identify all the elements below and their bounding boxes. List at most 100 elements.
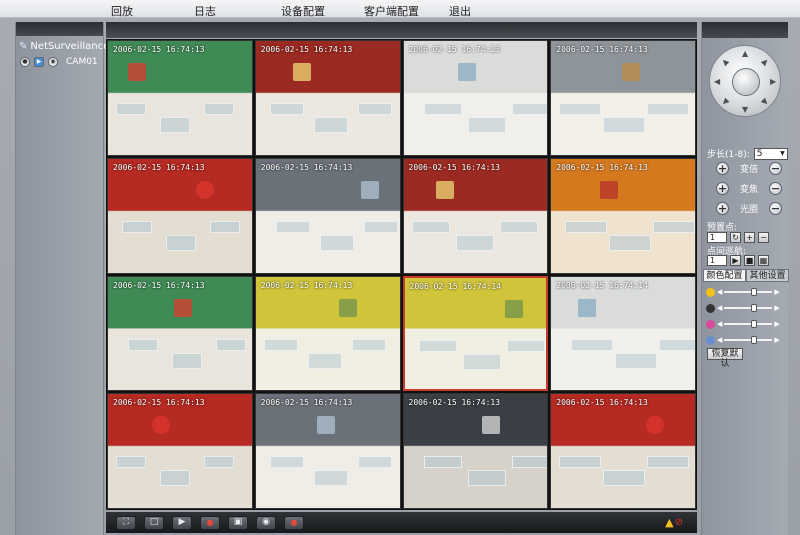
decrease-arrow-icon[interactable]: ◀ [717,288,722,296]
video-cell[interactable]: 2006-02-15 16:74:13 [550,393,696,509]
zoom-in-button[interactable]: + [716,162,729,175]
slider-thumb[interactable] [751,288,758,296]
video-timestamp: 2006-02-15 16:74:13 [260,398,353,408]
video-cell[interactable]: 2006-02-15 16:74:13 [550,40,696,156]
video-cell[interactable]: 2006-02-15 16:74:13 [254,393,401,509]
open-all-button[interactable]: ▶ [172,515,192,530]
video-cell[interactable]: 2006-02-15 16:74:13 [107,40,253,156]
snapshot-button[interactable]: ▣ [228,515,248,530]
close-all-button[interactable]: ● [200,515,220,530]
preset-add-button[interactable]: + [744,232,755,243]
volume-control[interactable]: ▲ ⊘ [665,516,683,529]
iris-open-button[interactable]: + [716,202,729,215]
video-cell[interactable]: 2006-02-15 16:74:13 [107,393,253,509]
play-icon[interactable]: ▶ [34,57,44,67]
focus-far-button[interactable]: − [769,182,782,195]
decrease-arrow-icon[interactable]: ◀ [717,320,722,328]
display-counter [172,352,202,369]
record-button[interactable]: ◉ [256,515,276,530]
step-select[interactable]: 5 ▼ [753,147,788,160]
cruise-stop-button[interactable]: ■ [744,255,755,266]
zoom-out-button[interactable]: − [769,162,782,175]
arrow-down-right-icon[interactable]: ▼ [759,96,770,107]
display-counter [571,338,614,351]
video-timestamp: 2006-02-15 16:74:13 [408,398,501,408]
slider-thumb[interactable] [751,304,758,312]
increase-arrow-icon[interactable]: ▶ [774,320,779,328]
decrease-arrow-icon[interactable]: ◀ [717,336,722,344]
arrow-down-icon[interactable]: ▼ [742,106,748,114]
video-cell[interactable]: 2006-02-15 16:74:13 [254,275,401,392]
tab-other-settings[interactable]: 其他设置 [746,269,789,282]
arrow-right-icon[interactable]: ▶ [770,78,776,86]
decoration-shape [600,180,619,199]
video-cell[interactable]: 2006-02-15 16:74:13 [254,157,401,274]
chevron-down-icon: ▼ [780,150,785,157]
display-counter [511,103,548,115]
tree-camera-item[interactable]: ● ▶ ◉ CAM01 [20,57,98,67]
stop-record-button[interactable]: ● [284,515,304,530]
contrast-slider[interactable] [724,304,773,312]
video-timestamp: 2006-02-15 16:74:13 [408,45,501,54]
tree-root-item[interactable]: ✎ NetSurveillance [19,41,109,52]
video-cell[interactable]: 2006-02-15 16:74:13 [402,157,549,274]
increase-arrow-icon[interactable]: ▶ [774,288,779,296]
video-timestamp: 2006-02-15 16:74:14 [409,281,502,291]
arrow-up-right-icon[interactable]: ▲ [760,56,771,67]
video-cell[interactable]: 2006-02-15 16:74:13 [107,157,253,274]
single-view-button[interactable]: □ [144,515,164,530]
cruise-start-button[interactable]: ▶ [730,255,741,266]
brightness-slider[interactable] [724,288,773,296]
preset-delete-button[interactable]: − [758,232,769,243]
ptz-direction-pad[interactable]: ▲ ▼ ◀ ▶ ▲ ▲ ▼ ▼ [709,45,781,117]
camera-icon[interactable]: ◉ [48,57,58,67]
record-icon[interactable]: ● [20,57,30,67]
reset-default-button[interactable]: 恢复默认 [707,348,743,369]
saturation-slider[interactable] [724,320,773,328]
video-cell[interactable]: 2006-02-15 16:74:13 [402,40,549,156]
video-cell[interactable]: 2006-02-15 16:74:13 [550,157,696,274]
display-counter [506,339,545,352]
video-cell[interactable]: 2006-02-15 16:74:14 [550,275,696,392]
display-counter [357,103,392,115]
display-counter [204,456,234,469]
hue-slider[interactable] [724,336,773,344]
device-tree-header [16,22,103,36]
slider-thumb[interactable] [751,320,758,328]
menu-exit[interactable]: 退出 [449,3,471,19]
decoration-shape [174,298,192,317]
tab-color-config[interactable]: 颜色配置 [703,269,746,282]
preset-input[interactable]: 1 [707,232,727,243]
increase-arrow-icon[interactable]: ▶ [774,336,779,344]
arrow-left-icon[interactable]: ◀ [714,78,720,86]
cruise-grid-button[interactable]: ▦ [758,255,769,266]
iris-close-button[interactable]: − [769,202,782,215]
menu-client-config[interactable]: 客户端配置 [364,3,419,19]
display-counter [559,456,602,469]
decoration-shape [338,298,357,317]
display-counter [116,103,146,115]
cruise-input[interactable]: 1 [707,255,727,266]
display-counter [319,234,354,251]
focus-near-button[interactable]: + [716,182,729,195]
display-counter [357,456,392,469]
arrow-down-left-icon[interactable]: ▼ [720,96,731,107]
video-cell[interactable]: 2006-02-15 16:74:13 [402,393,549,509]
menu-log[interactable]: 日志 [194,3,216,19]
video-timestamp: 2006-02-15 16:74:13 [113,280,205,290]
ptz-header [702,22,788,38]
preset-goto-button[interactable]: ↻ [730,232,741,243]
decrease-arrow-icon[interactable]: ◀ [717,304,722,312]
menu-playback[interactable]: 回放 [111,3,133,19]
arrow-up-left-icon[interactable]: ▲ [719,56,730,67]
bottom-toolbar: ⛶ □ ▶ ● ▣ ◉ ● ▲ ⊘ [106,512,697,533]
video-cell[interactable]: 2006-02-15 16:74:13 [254,40,401,156]
slider-thumb[interactable] [751,336,758,344]
arrow-up-icon[interactable]: ▲ [742,50,748,58]
video-cell[interactable]: 2006-02-15 16:74:13 [107,275,253,392]
ptz-center-button[interactable] [732,68,760,96]
menu-device-config[interactable]: 设备配置 [281,3,325,19]
increase-arrow-icon[interactable]: ▶ [774,304,779,312]
video-cell[interactable]: 2006-02-15 16:74:14 [402,275,549,392]
fullscreen-button[interactable]: ⛶ [116,515,136,530]
